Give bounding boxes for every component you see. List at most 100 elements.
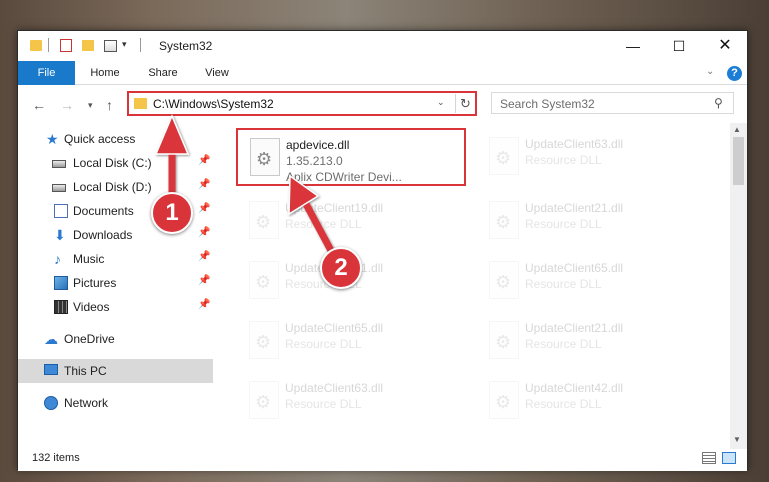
videos-icon — [54, 300, 68, 314]
item-count: 132 items — [32, 452, 80, 464]
nav-item-label: Quick access — [64, 132, 136, 146]
pin-icon[interactable]: 📌 — [198, 275, 210, 286]
tab-share[interactable]: Share — [138, 61, 188, 85]
refresh-icon[interactable]: ↻ — [455, 94, 475, 113]
folder-icon[interactable] — [30, 40, 42, 51]
gear-icon: ⚙ — [495, 148, 512, 168]
file-tile-apdevice[interactable]: ⚙ apdevice.dll 1.35.213.0 Aplix CDWriter… — [236, 128, 466, 186]
scroll-up-icon[interactable]: ▲ — [733, 125, 741, 134]
nav-item-label: Downloads — [73, 228, 133, 242]
cloud-icon: ☁ — [44, 331, 58, 347]
nav-item-onedrive[interactable]: ☁ OneDrive — [18, 327, 213, 351]
file-type: Resource DLL — [525, 217, 602, 231]
file-type: Resource DLL — [525, 153, 602, 167]
file-name: UpdateClient19.dll — [285, 201, 384, 215]
maximize-button[interactable]: ☐ — [656, 31, 702, 61]
nav-item-pictures[interactable]: Pictures 📌 — [18, 271, 213, 295]
nav-item-label: Local Disk (C:) — [73, 156, 152, 170]
nav-item-quick-access[interactable]: ★ Quick access — [18, 127, 213, 151]
pin-icon[interactable]: 📌 — [198, 155, 210, 166]
file-type: Resource DLL — [525, 337, 602, 351]
tab-view[interactable]: View — [194, 61, 240, 85]
tab-file[interactable]: File — [18, 61, 75, 85]
file-name: UpdateClient42.dll — [525, 381, 624, 395]
up-arrow-icon[interactable]: ↑ — [106, 97, 113, 113]
address-bar[interactable]: C:\Windows\System32 ⌄ ↻ — [127, 91, 477, 116]
file-name: UpdateClient63.dll — [285, 381, 384, 395]
documents-icon — [54, 204, 68, 218]
search-input[interactable]: Search System32 ⚲ — [491, 92, 734, 114]
file-tile[interactable]: ⚙ UpdateClient19.dll Resource DLL — [237, 193, 467, 251]
drive-icon — [52, 160, 66, 168]
file-tile[interactable]: ⚙ UpdateClient65.dll Resource DLL — [237, 313, 467, 371]
pin-icon[interactable]: 📌 — [198, 227, 210, 238]
file-tile[interactable]: ⚙ UpdateClient63.dll Resource DLL — [237, 373, 467, 431]
file-explorer-window: ▾ System32 — ☐ ✕ File Home Share View ⌄ … — [17, 30, 748, 471]
file-tile[interactable]: ⚙ UpdateClient21.dll Resource DLL — [477, 193, 707, 251]
address-path[interactable]: C:\Windows\System32 — [153, 97, 274, 111]
nav-item-this-pc[interactable]: This PC — [18, 359, 213, 383]
file-description: Aplix CDWriter Devi... — [286, 170, 402, 184]
drive-icon — [52, 184, 66, 192]
file-type: Resource DLL — [285, 397, 362, 411]
search-placeholder: Search System32 — [500, 97, 595, 111]
gear-icon: ⚙ — [495, 212, 512, 232]
properties-icon[interactable] — [104, 40, 117, 52]
gear-icon: ⚙ — [255, 272, 272, 292]
pin-icon[interactable]: 📌 — [198, 203, 210, 214]
gear-icon: ⚙ — [255, 212, 272, 232]
expand-ribbon-chevron-icon[interactable]: ⌄ — [706, 66, 714, 77]
nav-item-label: Documents — [73, 204, 134, 218]
pin-icon[interactable]: 📌 — [198, 179, 210, 190]
pictures-icon — [54, 276, 68, 290]
close-button[interactable]: ✕ — [702, 31, 748, 61]
status-bar: 132 items — [18, 449, 747, 471]
music-icon: ♪ — [54, 251, 61, 267]
scroll-thumb[interactable] — [733, 137, 744, 185]
gear-icon: ⚙ — [495, 392, 512, 412]
new-folder-icon[interactable] — [82, 40, 94, 51]
dll-file-icon: ⚙ — [249, 261, 279, 299]
dll-file-icon: ⚙ — [489, 201, 519, 239]
nav-item-label: Videos — [73, 300, 110, 314]
network-icon — [44, 396, 58, 410]
file-type: Resource DLL — [525, 277, 602, 291]
pin-icon[interactable]: 📌 — [198, 299, 210, 310]
customize-toolbar-chevron-icon[interactable]: ▾ — [122, 39, 127, 55]
star-icon: ★ — [46, 131, 59, 147]
help-button[interactable]: ? — [727, 66, 742, 81]
dll-file-icon: ⚙ — [249, 321, 279, 359]
vertical-scrollbar[interactable]: ▲ ▼ — [730, 123, 747, 449]
file-tile[interactable]: ⚙ UpdateClient21.dll Resource DLL — [477, 313, 707, 371]
gear-icon: ⚙ — [495, 332, 512, 352]
dll-file-icon: ⚙ — [249, 381, 279, 419]
nav-item-label: OneDrive — [64, 332, 115, 346]
file-name: UpdateClient65.dll — [285, 321, 384, 335]
file-tile[interactable]: ⚙ UpdateClient63.dll Resource DLL — [477, 129, 707, 187]
nav-item-music[interactable]: ♪ Music 📌 — [18, 247, 213, 271]
nav-item-network[interactable]: Network — [18, 391, 213, 415]
dll-file-icon: ⚙ — [489, 261, 519, 299]
back-arrow-icon[interactable]: ← — [32, 97, 46, 113]
file-tile[interactable]: ⚙ UpdateClient65.dll Resource DLL — [477, 253, 707, 311]
properties-checklist-icon[interactable] — [60, 39, 72, 52]
file-type: Resource DLL — [525, 397, 602, 411]
dll-file-icon: ⚙ — [250, 138, 280, 176]
large-icons-view-icon[interactable] — [722, 452, 736, 464]
file-tile[interactable]: ⚙ UpdateClient42.dll Resource DLL — [477, 373, 707, 431]
scroll-down-icon[interactable]: ▼ — [733, 435, 741, 444]
file-name: UpdateClient65.dll — [525, 261, 624, 275]
file-type: Resource DLL — [285, 337, 362, 351]
pin-icon[interactable]: 📌 — [198, 251, 210, 262]
details-view-icon[interactable] — [702, 452, 716, 464]
tab-home[interactable]: Home — [80, 61, 130, 85]
minimize-button[interactable]: — — [610, 31, 656, 61]
nav-item-label: This PC — [64, 364, 107, 378]
nav-item-videos[interactable]: Videos 📌 — [18, 295, 213, 319]
forward-arrow-icon[interactable]: → — [60, 97, 74, 113]
title-bar: ▾ System32 — ☐ ✕ — [18, 31, 747, 61]
dll-file-icon: ⚙ — [489, 381, 519, 419]
nav-item-local-disk-c[interactable]: Local Disk (C:) 📌 — [18, 151, 213, 175]
recent-locations-chevron-icon[interactable]: ▾ — [88, 100, 93, 111]
address-history-chevron-icon[interactable]: ⌄ — [437, 97, 445, 108]
